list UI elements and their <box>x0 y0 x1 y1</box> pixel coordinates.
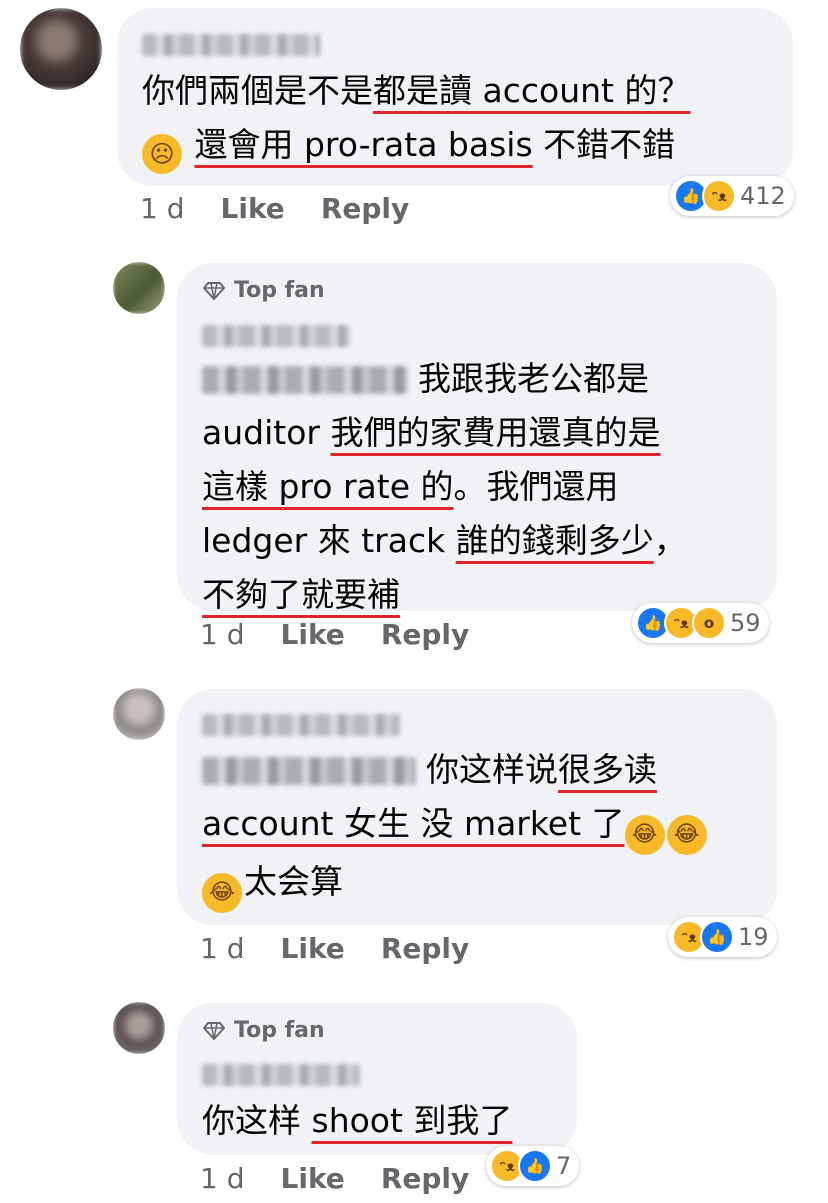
reply-button[interactable]: Reply <box>321 192 409 225</box>
laughing-tears-emoji: 😂 <box>202 873 242 913</box>
diamond-icon <box>203 281 225 300</box>
reply-button[interactable]: Reply <box>381 932 469 965</box>
reaction-count: 412 <box>740 182 786 210</box>
like-button[interactable]: Like <box>281 932 345 965</box>
like-reaction-icon: 👍 <box>700 920 734 954</box>
reply-button[interactable]: Reply <box>381 618 469 651</box>
avatar[interactable] <box>113 688 165 740</box>
comment-text: 你們兩個是不是都是讀 account 的？ ☹ 還會用 pro-rata bas… <box>142 64 782 174</box>
comment-text: 你这样说很多读 account 女生 没 market 了 😂 😂 😂 太会算 <box>202 743 772 913</box>
comment-actions: 1 d Like Reply <box>200 932 469 965</box>
commenter-name[interactable] <box>142 34 320 56</box>
mention-tag[interactable] <box>202 757 416 785</box>
reaction-count: 59 <box>730 609 761 637</box>
mention-tag[interactable] <box>202 366 408 394</box>
top-fan-badge: Top fan <box>202 1018 325 1043</box>
reaction-summary[interactable]: 👍 ᵔᴥ 412 <box>670 176 794 216</box>
wow-reaction-icon: o <box>692 606 726 640</box>
comment-actions: 1 d Like Reply <box>200 1162 469 1195</box>
comment-text: 你这样 shoot 到我了 <box>202 1101 513 1140</box>
reaction-summary[interactable]: ᵔᴥ 👍 7 <box>486 1146 580 1186</box>
timestamp[interactable]: 1 d <box>200 618 245 651</box>
reaction-count: 7 <box>556 1152 572 1180</box>
like-button[interactable]: Like <box>221 192 285 225</box>
timestamp[interactable]: 1 d <box>140 192 185 225</box>
diamond-icon <box>203 1021 225 1040</box>
like-button[interactable]: Like <box>281 1162 345 1195</box>
like-button[interactable]: Like <box>281 618 345 651</box>
reaction-summary[interactable]: ᵔᴥ 👍 19 <box>668 917 777 957</box>
top-fan-badge: Top fan <box>202 278 325 303</box>
avatar[interactable] <box>20 8 102 90</box>
timestamp[interactable]: 1 d <box>200 1162 245 1195</box>
comment-actions: 1 d Like Reply <box>140 192 409 225</box>
avatar[interactable] <box>113 1002 165 1054</box>
haha-reaction-icon: ᵔᴥ <box>702 179 736 213</box>
reply-button[interactable]: Reply <box>381 1162 469 1195</box>
timestamp[interactable]: 1 d <box>200 932 245 965</box>
commenter-name[interactable] <box>202 325 350 347</box>
commenter-name[interactable] <box>202 1064 360 1086</box>
like-reaction-icon: 👍 <box>518 1149 552 1183</box>
avatar[interactable] <box>113 262 165 314</box>
reaction-summary[interactable]: 👍 ᵔᴥ o 59 <box>632 603 769 643</box>
worried-face-emoji: ☹ <box>142 134 182 174</box>
commenter-name[interactable] <box>202 714 400 736</box>
laughing-tears-emoji: 😂 <box>666 815 707 855</box>
comment-text: 我跟我老公都是 auditor 我們的家費用還真的是 這樣 pro rate 的… <box>202 359 687 614</box>
reaction-count: 19 <box>738 923 769 951</box>
laughing-tears-emoji: 😂 <box>624 815 665 855</box>
comment-actions: 1 d Like Reply <box>200 618 469 651</box>
